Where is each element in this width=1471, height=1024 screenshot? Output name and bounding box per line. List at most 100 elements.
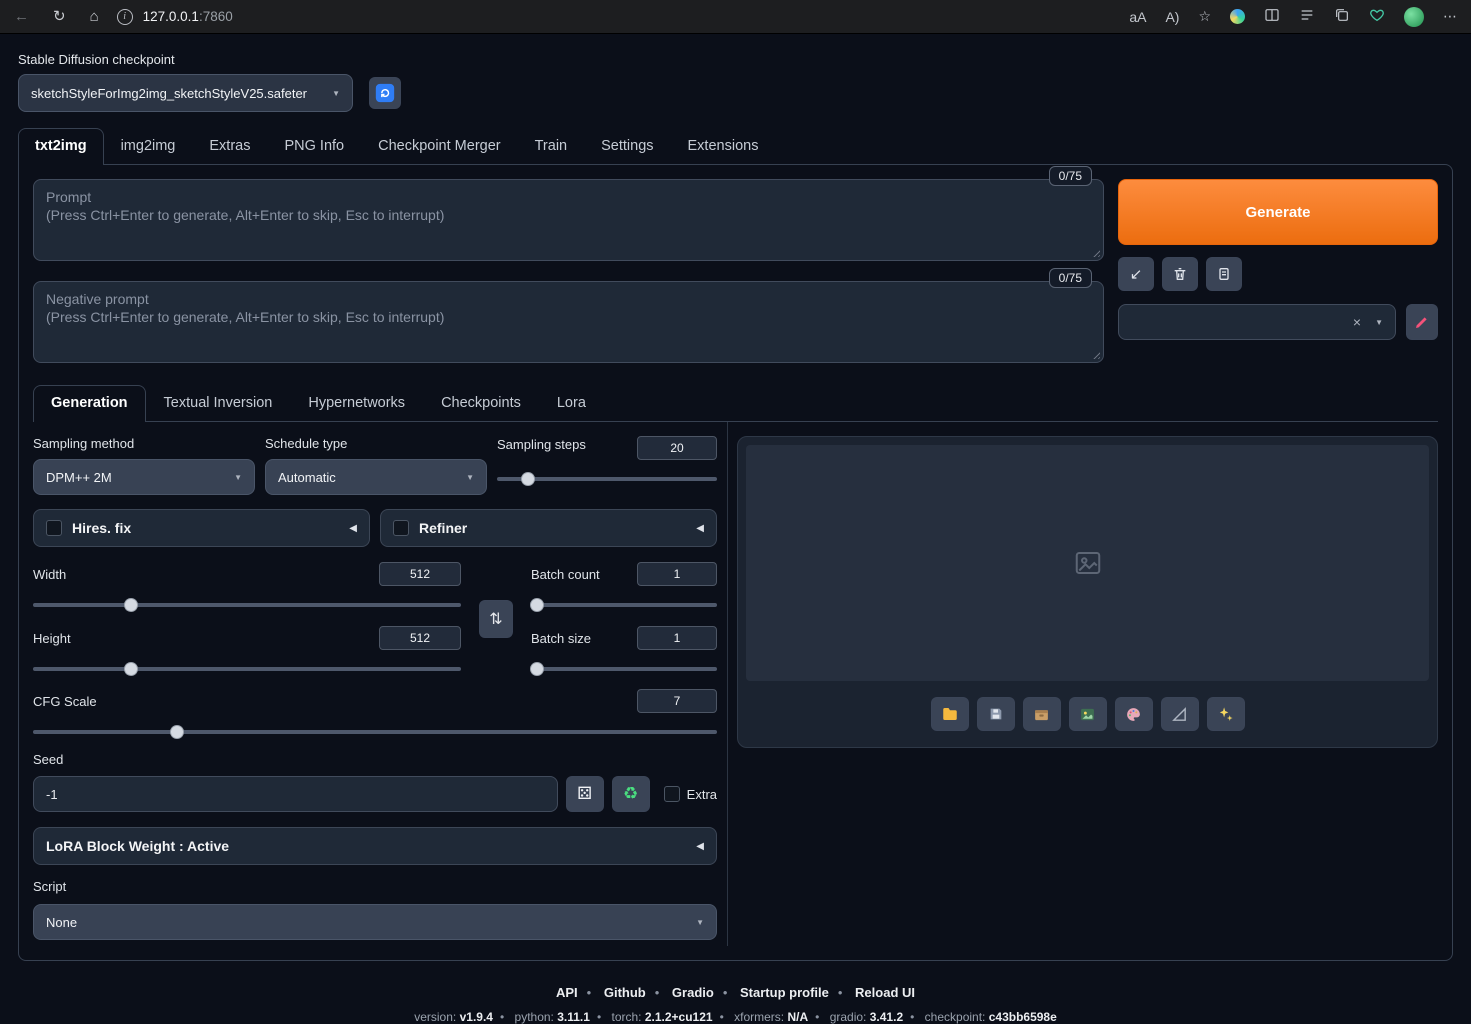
split-screen-icon[interactable] (1264, 7, 1280, 27)
main-tab-bar: txt2img img2img Extras PNG Info Checkpoi… (18, 128, 1453, 165)
script-dropdown[interactable]: None ▼ (33, 904, 717, 940)
tab-textual-inversion[interactable]: Textual Inversion (146, 385, 291, 421)
paste-generation-params-button[interactable]: ↙ (1118, 257, 1154, 291)
refresh-icon[interactable]: ↻ (53, 9, 66, 24)
width-slider[interactable] (33, 598, 461, 612)
tab-extensions[interactable]: Extensions (671, 128, 776, 164)
clear-prompt-button[interactable] (1162, 257, 1198, 291)
schedule-type-dropdown[interactable]: Automatic ▼ (265, 459, 487, 495)
tab-checkpoint-merger[interactable]: Checkpoint Merger (361, 128, 518, 164)
browser-menu-icon[interactable]: ⋯ (1443, 8, 1457, 25)
output-image-area[interactable] (746, 445, 1429, 681)
open-output-folder-button[interactable] (930, 697, 969, 731)
collections-icon[interactable] (1334, 7, 1350, 27)
sampling-steps-slider[interactable] (497, 472, 717, 486)
edit-styles-button[interactable] (1406, 304, 1438, 340)
sparkles-icon (1219, 706, 1233, 721)
negative-prompt-input[interactable]: Negative prompt (Press Ctrl+Enter to gen… (33, 281, 1104, 363)
negative-prompt-placeholder-title: Negative prompt (46, 291, 149, 307)
prompt-token-counter: 0/75 (1048, 166, 1092, 186)
chevron-down-icon: ▼ (332, 88, 340, 98)
prompt-placeholder-title: Prompt (46, 189, 92, 205)
lora-block-weight-title: LoRA Block Weight : Active (46, 838, 230, 854)
github-link[interactable]: Github (604, 985, 646, 1000)
batch-size-input[interactable]: 1 (637, 626, 717, 650)
height-slider[interactable] (33, 662, 461, 676)
slider-handle[interactable] (124, 598, 139, 612)
clipboard-icon (1219, 268, 1229, 280)
extra-label: Extra (686, 786, 717, 802)
cfg-scale-input[interactable]: 7 (637, 689, 717, 713)
cfg-scale-slider[interactable] (33, 725, 717, 739)
api-link[interactable]: API (556, 985, 578, 1000)
back-icon[interactable]: ← (14, 9, 29, 24)
tab-train[interactable]: Train (518, 128, 585, 164)
startup-profile-link[interactable]: Startup profile (740, 985, 829, 1000)
send-to-inpaint-button[interactable] (1114, 697, 1153, 731)
slider-handle[interactable] (520, 472, 535, 486)
translate-icon[interactable]: aA (1129, 9, 1146, 25)
sampling-method-dropdown[interactable]: DPM++ 2M ▼ (33, 459, 255, 495)
read-aloud-icon[interactable]: A) (1165, 9, 1179, 25)
site-info-icon[interactable]: i (116, 8, 133, 25)
tab-img2img[interactable]: img2img (104, 128, 193, 164)
batch-count-input[interactable]: 1 (637, 562, 717, 586)
swap-dimensions-button[interactable]: ⇅ (479, 599, 513, 638)
hires-fix-accordion[interactable]: Hires. fix ◀ (33, 509, 370, 547)
gradio-link[interactable]: Gradio (672, 985, 714, 1000)
home-icon[interactable]: ⌂ (90, 9, 99, 24)
extra-seed-toggle[interactable]: Extra (663, 786, 717, 802)
width-input[interactable]: 512 (379, 562, 461, 586)
create-upscaled-button[interactable] (1206, 697, 1245, 731)
favorite-star-icon[interactable]: ☆ (1198, 8, 1211, 25)
reuse-seed-button[interactable]: ♻ (611, 776, 650, 812)
swap-arrows-icon: ⇅ (489, 610, 503, 628)
favorites-bar-icon[interactable] (1299, 7, 1315, 27)
resize-grip-icon[interactable] (1091, 350, 1100, 359)
styles-dropdown[interactable]: × ▼ (1118, 304, 1396, 340)
tab-checkpoints[interactable]: Checkpoints (423, 385, 539, 421)
clear-styles-icon[interactable]: × (1353, 314, 1361, 330)
slider-handle[interactable] (124, 662, 139, 676)
checkpoint-dropdown[interactable]: sketchStyleForImg2img_sketchStyleV25.saf… (18, 74, 353, 112)
resize-grip-icon[interactable] (1091, 248, 1100, 257)
hires-fix-checkbox[interactable] (46, 520, 62, 536)
tab-settings[interactable]: Settings (584, 128, 670, 164)
random-seed-button[interactable]: ⚄ (565, 776, 604, 812)
seed-input[interactable]: -1 (33, 776, 558, 812)
prompt-input[interactable]: Prompt (Press Ctrl+Enter to generate, Al… (33, 179, 1104, 261)
tab-txt2img[interactable]: txt2img (18, 128, 104, 165)
save-zip-button[interactable] (1022, 697, 1061, 731)
save-image-button[interactable] (976, 697, 1015, 731)
extension-icon[interactable] (1230, 9, 1245, 24)
height-input[interactable]: 512 (379, 626, 461, 650)
slider-handle[interactable] (169, 725, 184, 739)
cfg-scale-label: CFG Scale (33, 693, 97, 709)
tab-png-info[interactable]: PNG Info (267, 128, 361, 164)
sampling-steps-input[interactable]: 20 (637, 436, 717, 460)
refresh-checkpoint-button[interactable] (369, 77, 401, 109)
browser-essentials-icon[interactable] (1369, 7, 1385, 27)
batch-count-slider[interactable] (529, 598, 717, 612)
batch-size-slider[interactable] (529, 662, 717, 676)
tab-generation[interactable]: Generation (33, 385, 146, 422)
send-to-extras-button[interactable] (1160, 697, 1199, 731)
refiner-accordion[interactable]: Refiner ◀ (380, 509, 717, 547)
extra-checkbox[interactable] (663, 786, 680, 802)
tab-lora[interactable]: Lora (539, 385, 604, 421)
slider-handle[interactable] (529, 662, 544, 676)
tab-hypernetworks[interactable]: Hypernetworks (290, 385, 423, 421)
tab-extras[interactable]: Extras (192, 128, 267, 164)
send-to-img2img-button[interactable] (1068, 697, 1107, 731)
archive-box-icon (1035, 709, 1048, 720)
reload-ui-link[interactable]: Reload UI (855, 985, 915, 1000)
app-footer: API • Github • Gradio • Startup profile • Re… (18, 985, 1453, 1024)
profile-avatar[interactable] (1404, 6, 1424, 27)
refiner-checkbox[interactable] (393, 520, 409, 536)
lora-block-weight-accordion[interactable]: LoRA Block Weight : Active ◀ (33, 827, 717, 865)
generate-button[interactable]: Generate (1118, 179, 1438, 245)
apply-styles-button[interactable] (1206, 257, 1242, 291)
address-bar[interactable]: i 127.0.0.1:7860 (116, 8, 233, 25)
chevron-down-icon: ▼ (466, 472, 474, 482)
slider-handle[interactable] (529, 598, 544, 612)
